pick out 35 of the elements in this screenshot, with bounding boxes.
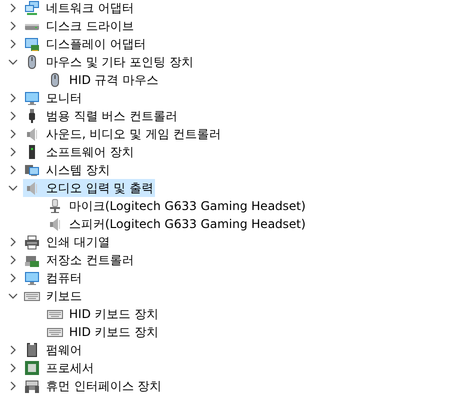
speaker-icon bbox=[24, 126, 40, 142]
speaker-icon bbox=[47, 216, 63, 232]
monitor-icon bbox=[24, 270, 40, 286]
tree-item[interactable]: HID 키보드 장치 bbox=[46, 305, 160, 323]
tree-item[interactable]: 키보드 bbox=[23, 287, 84, 305]
printer-icon bbox=[24, 234, 40, 250]
graphics-card-icon bbox=[24, 36, 40, 52]
tree-item[interactable]: 스피커(Logitech G633 Gaming Headset) bbox=[46, 215, 308, 233]
speaker-icon bbox=[24, 180, 40, 196]
microphone-icon bbox=[47, 198, 63, 214]
tree-item[interactable]: 컴퓨터 bbox=[23, 269, 84, 287]
tree-item[interactable]: 저장소 컨트롤러 bbox=[23, 251, 136, 269]
tree-item[interactable]: 오디오 입력 및 출력 bbox=[23, 179, 156, 197]
computer-folder-icon bbox=[24, 162, 40, 178]
tree-item[interactable]: 디스플레이 어댑터 bbox=[23, 35, 148, 53]
tree-item[interactable]: 사운드, 비디오 및 게임 컨트롤러 bbox=[23, 125, 224, 143]
joystick-icon bbox=[24, 378, 40, 394]
tree-item[interactable]: 시스템 장치 bbox=[23, 161, 112, 179]
tree-item[interactable]: 소프트웨어 장치 bbox=[23, 143, 136, 161]
tree-item[interactable]: 프로세서 bbox=[23, 359, 96, 377]
tree-item[interactable]: 인쇄 대기열 bbox=[23, 233, 112, 251]
processor-icon bbox=[24, 360, 40, 376]
tree-item[interactable]: 펌웨어 bbox=[23, 341, 84, 359]
tree-item[interactable]: 마우스 및 기타 포인팅 장치 bbox=[23, 53, 196, 71]
chip-icon bbox=[24, 342, 40, 358]
tree-item[interactable]: HID 규격 마우스 bbox=[46, 71, 160, 89]
tree-item[interactable]: HID 키보드 장치 bbox=[46, 323, 160, 341]
tree-item[interactable]: 네트워크 어댑터 bbox=[23, 0, 136, 17]
network-computers-icon bbox=[24, 0, 40, 16]
tree-item[interactable]: 범용 직렬 버스 컨트롤러 bbox=[23, 107, 180, 125]
tree-item[interactable]: 디스크 드라이브 bbox=[23, 17, 136, 35]
tree-item[interactable]: 휴먼 인터페이스 장치 bbox=[23, 377, 164, 395]
tree-item[interactable]: 모니터 bbox=[23, 89, 84, 107]
tree-item[interactable]: 마이크(Logitech G633 Gaming Headset) bbox=[46, 197, 308, 215]
monitor-icon bbox=[24, 90, 40, 106]
